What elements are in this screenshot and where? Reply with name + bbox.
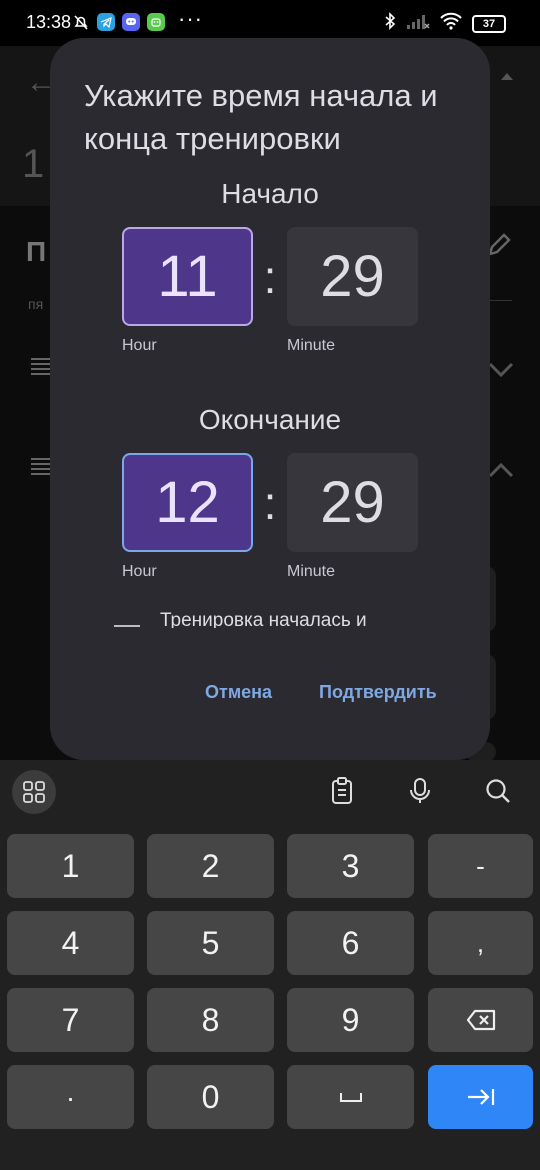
background-number: 1 [22, 142, 45, 186]
start-hour-label: Hour [122, 337, 157, 354]
system-icons: 37 [384, 12, 506, 35]
chevron-down-icon [488, 354, 514, 385]
confirm-button[interactable]: Подтвердить [319, 682, 437, 703]
key-9[interactable]: 9 [287, 988, 414, 1052]
start-label: Начало [221, 178, 319, 209]
app-robot-icon [147, 13, 165, 31]
battery-icon: 37 [472, 14, 506, 33]
key-1[interactable]: 1 [7, 834, 134, 898]
key-0[interactable]: 0 [147, 1065, 274, 1129]
next-field-key[interactable] [428, 1065, 533, 1129]
more-notifications-icon: ··· [178, 6, 203, 31]
key-minus[interactable]: - [428, 834, 533, 898]
wifi-icon [440, 12, 462, 35]
key-comma[interactable]: , [428, 911, 533, 975]
checkbox-label[interactable]: Тренировка началась и [160, 610, 460, 628]
backspace-key[interactable] [428, 988, 533, 1052]
checkbox[interactable] [114, 625, 140, 627]
tab-next-icon [467, 1089, 494, 1105]
status-time: 13:38 [26, 12, 72, 32]
background-subtitle: пя [28, 296, 44, 312]
end-hour-label: Hour [122, 563, 157, 580]
keyboard-apps-icon[interactable] [12, 770, 56, 814]
search-icon[interactable] [483, 776, 513, 806]
drag-handle-icon [30, 454, 52, 482]
numeric-keyboard: 1 2 3 - 4 5 6 , 7 8 9 . 0 [0, 760, 540, 1170]
chevron-up-icon [488, 454, 514, 485]
cancel-button[interactable]: Отмена [205, 682, 272, 703]
key-3[interactable]: 3 [287, 834, 414, 898]
end-colon: : [263, 477, 277, 529]
key-5[interactable]: 5 [147, 911, 274, 975]
caret-up-icon [500, 68, 514, 84]
key-2[interactable]: 2 [147, 834, 274, 898]
start-minute-label: Minute [287, 337, 336, 354]
end-label: Окончание [198, 404, 342, 435]
key-8[interactable]: 8 [147, 988, 274, 1052]
bluetooth-icon [384, 12, 396, 35]
dialog-title: Укажите время начала и конца тренировки [84, 78, 438, 156]
clipboard-icon[interactable] [327, 776, 357, 806]
discord-icon [122, 13, 140, 31]
end-hour-field[interactable]: 12 [122, 453, 253, 552]
signal-icon [406, 12, 430, 35]
telegram-icon [97, 13, 115, 31]
drag-handle-icon [30, 354, 52, 382]
start-colon: : [263, 251, 277, 303]
key-7[interactable]: 7 [7, 988, 134, 1052]
time-range-dialog: Укажите время начала и конца тренировки … [50, 38, 490, 760]
start-minute-field[interactable]: 29 [287, 227, 418, 326]
key-4[interactable]: 4 [7, 911, 134, 975]
bell-muted-icon [72, 13, 90, 31]
notification-icons [72, 13, 165, 31]
microphone-icon[interactable] [405, 776, 435, 806]
background-title: П [26, 236, 47, 267]
start-hour-field[interactable]: 11 [122, 227, 253, 326]
space-icon [339, 1093, 362, 1102]
key-dot[interactable]: . [7, 1065, 134, 1129]
space-key[interactable] [287, 1065, 414, 1129]
backspace-icon [466, 1009, 495, 1031]
end-minute-field[interactable]: 29 [287, 453, 418, 552]
key-6[interactable]: 6 [287, 911, 414, 975]
end-minute-label: Minute [287, 563, 336, 580]
